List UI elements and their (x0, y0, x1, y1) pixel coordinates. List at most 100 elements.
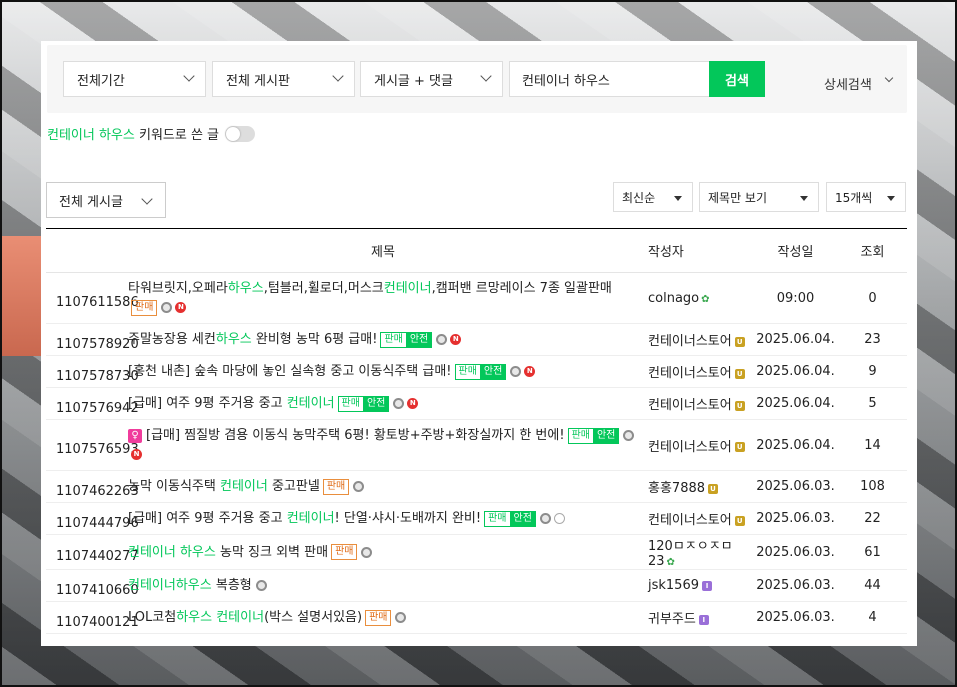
search-input[interactable] (509, 61, 709, 97)
writer-name[interactable]: 120ㅁㅈㅇㅈㅁ23 (648, 539, 733, 569)
writer-name[interactable]: 컨테이너스토어 (648, 366, 732, 381)
member-level-icon: U (708, 483, 719, 494)
member-level-icon: I (698, 614, 709, 625)
table-row[interactable]: 1107400121 LOL코첨하우스 컨테이너(박스 설명서있음) 판매 귀부주드 I… (46, 601, 907, 634)
per-page-select[interactable]: 15개씩 (826, 182, 906, 212)
article-writer[interactable]: 120ㅁㅈㅇㅈㅁ23 ✿ (638, 534, 753, 570)
background-photo-accent (0, 236, 42, 356)
table-row[interactable]: 1107578730 [홍천 내촌] 숲속 마당에 놓인 실속형 중고 이동식주택… (46, 355, 907, 388)
article-writer[interactable]: 컨테이너스토어 U (638, 502, 753, 535)
caret-down-icon (887, 196, 895, 201)
article-writer[interactable]: 컨테이너스토어 U (638, 355, 753, 388)
safe-trade-tag: 안전 (509, 510, 536, 527)
chevron-down-icon (332, 70, 344, 82)
article-title-link[interactable]: [급매] 여주 9평 주거용 중고 컨테이너! 단열·샤시·도배까지 완비! (128, 511, 481, 526)
board-select-label: 전체 게시판 (226, 73, 290, 89)
article-writer[interactable]: 귀부주드 I (638, 601, 753, 634)
writer-name[interactable]: 컨테이너스토어 (648, 334, 732, 349)
article-date: 2025.06.03. (753, 601, 838, 634)
article-title-cell: [급매] 여주 9평 주거용 중고 컨테이너! 단열·샤시·도배까지 완비! 판매… (128, 502, 638, 535)
board-select[interactable]: 전체 게시판 (212, 61, 355, 97)
keyword-filter-toggle[interactable] (225, 125, 256, 142)
table-row[interactable]: 1107440277 컨테이너 하우스 농막 징크 외벽 판매 판매 120ㅁㅈㅇㅈㅁ… (46, 534, 907, 570)
article-title-cell: [급매] 여주 9평 주거용 중고 컨테이너 판매 안전 N (128, 387, 638, 420)
article-number: 1107578920 (46, 323, 139, 356)
chevron-down-icon (183, 70, 195, 82)
title-keyword-highlight: 하우스 (176, 610, 213, 625)
article-title-cell: LOL코첨하우스 컨테이너(박스 설명서있음) 판매 (128, 601, 638, 634)
article-number: 1107410660 (46, 569, 139, 602)
article-number: 1107400121 (46, 601, 139, 634)
sale-tag: 판매 (131, 299, 158, 316)
article-views: 22 (838, 502, 907, 535)
title-text: 농막 징크 외벽 판매 (215, 544, 329, 560)
title-text: ,캠퍼밴 르망레이스 7종 일괄판매 (431, 281, 612, 296)
title-keyword-highlight: 컨테이너 (220, 479, 268, 494)
table-row[interactable]: 1107576942 [급매] 여주 9평 주거용 중고 컨테이너 판매 안전 N 컨테이… (46, 387, 907, 420)
article-writer[interactable]: 컨테이너스토어 U (638, 387, 753, 420)
writer-name[interactable]: jsk1569 (648, 578, 699, 593)
writer-name[interactable]: colnago (648, 291, 699, 306)
article-title-link[interactable]: 농막 이동식주택 컨테이너 중고판넬 (128, 479, 320, 494)
header-date: 작성일 (753, 228, 838, 273)
writer-name[interactable]: 컨테이너스토어 (648, 398, 732, 413)
writer-name[interactable]: 귀부주드 (648, 612, 696, 627)
article-writer[interactable]: 홍홍7888 U (638, 470, 753, 503)
article-title-link[interactable]: [급매] 찜질방 겸용 이동식 농막주택 6평! 황토방+주방+화장실까지 한 … (146, 428, 565, 443)
table-row[interactable]: 1107444796 [급매] 여주 9평 주거용 중고 컨테이너! 단열·샤시·… (46, 502, 907, 535)
view-mode-select[interactable]: 제목만 보기 (699, 182, 819, 212)
article-writer[interactable]: jsk1569 I (638, 569, 753, 602)
table-row[interactable]: 1107462263 농막 이동식주택 컨테이너 중고판넬 판매 홍홍7888 U 202… (46, 470, 907, 503)
sale-tag: 판매 (365, 609, 392, 626)
article-number: 1107576593 (46, 419, 139, 471)
article-number: 1107578730 (46, 355, 139, 388)
article-title-link[interactable]: LOL코첨하우스 컨테이너(박스 설명서있음) (128, 610, 362, 625)
article-writer[interactable]: 컨테이너스토어 U (638, 419, 753, 471)
title-keyword-highlight: 컨테이너 (216, 610, 265, 625)
scope-select[interactable]: 게시글 + 댓글 (360, 61, 503, 97)
article-title-link[interactable]: [급매] 여주 9평 주거용 중고 컨테이너 (128, 396, 335, 411)
title-keyword-highlight: 컨테이너 (286, 396, 335, 411)
header-title: 제목 (128, 228, 638, 273)
writer-name[interactable]: 컨테이너스토어 (648, 513, 732, 528)
article-number: 1107611586 (46, 272, 139, 324)
sprout-level-icon: ✿ (666, 557, 675, 568)
image-attachment-icon (255, 580, 267, 591)
title-text: 완비형 농막 6평 급매! (251, 332, 378, 347)
caret-down-icon (674, 196, 682, 201)
table-row[interactable]: 1107410660 컨테이너하우스 복층형 jsk1569 I 2025.06.03.… (46, 569, 907, 602)
article-writer[interactable]: colnago ✿ (638, 272, 753, 324)
search-button[interactable]: 검색 (709, 61, 765, 97)
article-writer[interactable]: 컨테이너스토어 U (638, 323, 753, 356)
header-writer: 작성자 (638, 228, 753, 273)
article-title-link[interactable]: 타워브릿지,오페라하우스,텀블러,휠로더,머스크컨테이너,캠퍼밴 르망레이스 7… (128, 281, 612, 296)
article-title-link[interactable]: 컨테이너하우스 복층형 (128, 578, 252, 593)
title-keyword-highlight: 하우스 (227, 281, 264, 296)
image-attachment-icon (393, 398, 405, 409)
title-text: LOL코첨 (128, 610, 177, 625)
table-row[interactable]: 1107611586 타워브릿지,오페라하우스,텀블러,휠로더,머스크컨테이너,캠… (46, 272, 907, 324)
writer-name[interactable]: 홍홍7888 (648, 481, 705, 496)
period-select[interactable]: 전체기간 (63, 61, 206, 97)
writer-name[interactable]: 컨테이너스토어 (648, 440, 732, 455)
period-select-label: 전체기간 (77, 73, 125, 89)
all-posts-select[interactable]: 전체 게시글 (46, 182, 166, 218)
article-title-link[interactable]: [홍천 내촌] 숲속 마당에 놓인 실속형 중고 이동식주택 급매! (128, 364, 452, 379)
sort-select[interactable]: 최신순 (613, 182, 693, 212)
female-icon: ♀ (128, 428, 142, 443)
title-text: [급매] 여주 9평 주거용 중고 (128, 511, 287, 526)
article-title-link[interactable]: 컨테이너 하우스 농막 징크 외벽 판매 (128, 545, 328, 560)
image-attachment-icon (436, 334, 448, 345)
title-text: [급매] 찜질방 겸용 이동식 농막주택 6평! 황토방+주방+화장실까지 한 … (146, 428, 565, 443)
detail-search-toggle[interactable]: 상세검색 (824, 73, 894, 93)
member-level-icon: U (734, 336, 745, 347)
table-row[interactable]: 1107576593 ♀ [급매] 찜질방 겸용 이동식 농막주택 6평! 황토방+… (46, 419, 907, 471)
title-text: 중고판넬 (267, 479, 320, 494)
table-row[interactable]: 1107578920 주말농장용 세컨하우스 완비형 농막 6평 급매! 판매 안전 N… (46, 323, 907, 356)
title-text: 타워브릿지,오페라 (128, 281, 228, 296)
keyword-filter-keyword: 컨테이너 하우스 (47, 128, 135, 143)
article-number: 1107444796 (46, 502, 139, 535)
chevron-down-icon (141, 193, 153, 205)
article-title-link[interactable]: 주말농장용 세컨하우스 완비형 농막 6평 급매! (128, 332, 377, 347)
chevron-down-icon (480, 70, 492, 82)
